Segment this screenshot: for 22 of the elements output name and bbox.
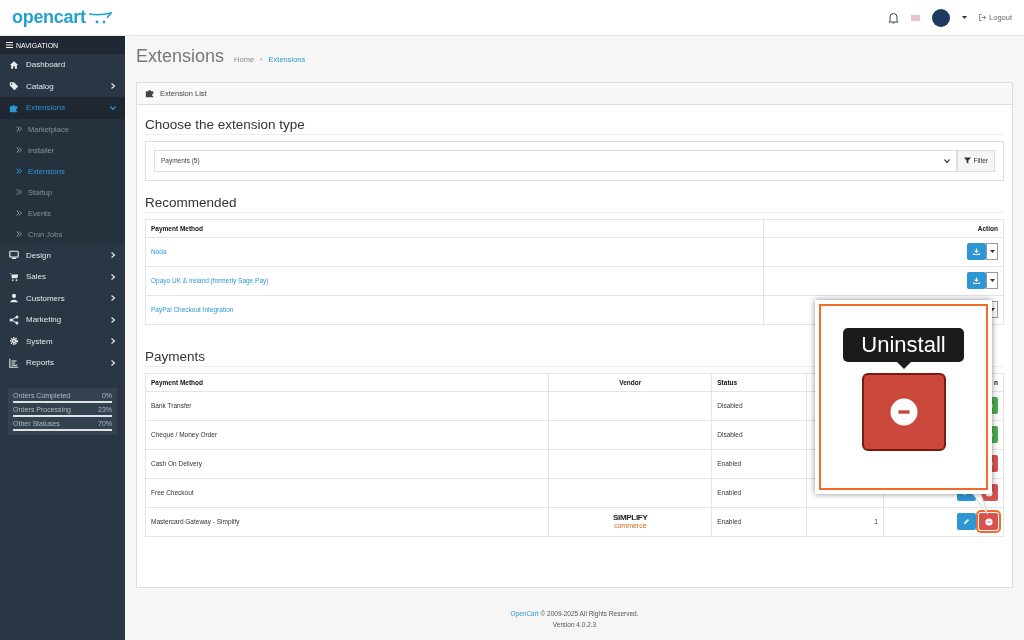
sidebar-label: Catalog <box>26 81 55 91</box>
sidebar-label: System <box>26 336 54 346</box>
sidebar-label: Extensions <box>26 103 67 113</box>
sidebar-label: Marketing <box>26 315 63 325</box>
sidebar-item[interactable]: Extensions <box>0 97 125 119</box>
sidebar-label: Sales <box>26 272 47 282</box>
sidebar-item[interactable]: Marketing <box>0 309 125 331</box>
sidebar-label: Customers <box>26 293 66 303</box>
sidebar-item[interactable]: Catalog <box>0 75 125 97</box>
logo[interactable]: opencart <box>12 7 112 28</box>
page-title: Extensions <box>136 46 225 67</box>
sidebar-item[interactable]: Sales <box>0 266 125 288</box>
section-heading: Choose the extension type <box>145 116 1004 135</box>
sidebar-label: Dashboard <box>26 60 67 70</box>
section-heading: Recommended <box>145 194 1004 213</box>
sidebar-item[interactable]: Customers <box>0 287 125 309</box>
sidebar-label: Design <box>26 250 52 260</box>
sidebar-label: Reports <box>26 358 55 368</box>
sidebar-item[interactable]: Reports <box>0 352 125 374</box>
sidebar-item[interactable]: Design <box>0 244 125 266</box>
sidebar-item[interactable]: System <box>0 330 125 352</box>
sidebar-item[interactable]: Dashboard <box>0 54 125 76</box>
